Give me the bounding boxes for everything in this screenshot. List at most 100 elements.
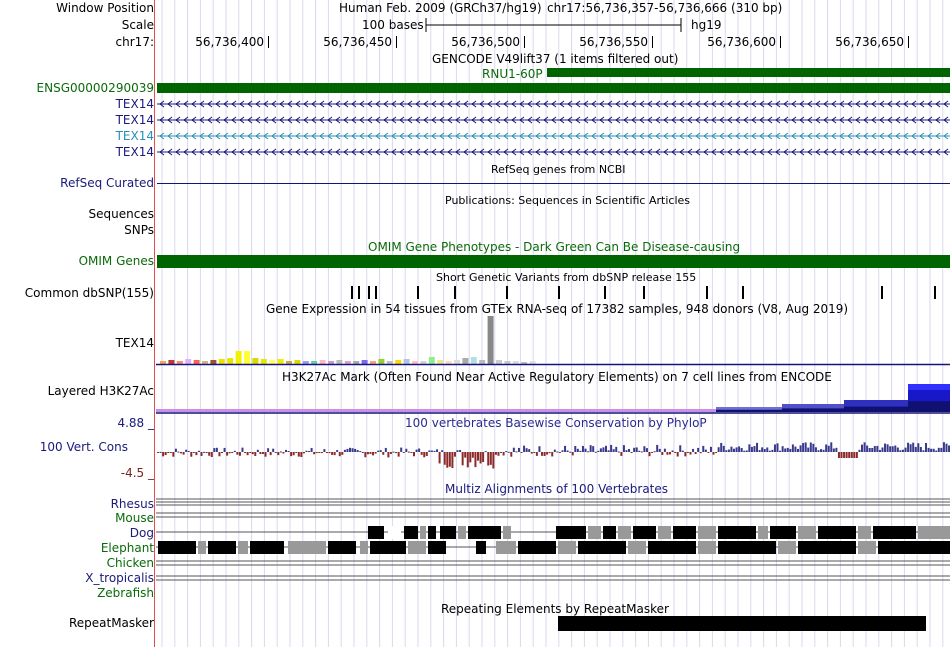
sequences-label[interactable]: Sequences bbox=[89, 207, 154, 221]
gtex-tissue-bar[interactable] bbox=[193, 360, 200, 364]
repeatmasker-label[interactable]: RepeatMasker bbox=[69, 616, 154, 630]
gtex-tissue-bar[interactable] bbox=[319, 360, 326, 364]
species-mouse[interactable]: Mouse bbox=[115, 511, 154, 525]
gtex-tissue-bar[interactable] bbox=[235, 351, 242, 364]
h3k27ac-signal[interactable] bbox=[156, 380, 950, 414]
gtex-tissue-bar[interactable] bbox=[462, 358, 469, 364]
refseq-line[interactable] bbox=[157, 183, 950, 184]
gtex-tissue-bar[interactable] bbox=[244, 351, 250, 364]
gtex-tissue-bar[interactable] bbox=[168, 360, 175, 364]
gtex-tissue-bar[interactable] bbox=[412, 361, 418, 364]
species-xtropicalis[interactable]: X_tropicalis bbox=[85, 571, 154, 585]
gtex-tissue-bar[interactable] bbox=[344, 361, 351, 364]
gtex-tissue-bar[interactable] bbox=[454, 360, 460, 364]
dbsnp-variants[interactable] bbox=[156, 285, 950, 301]
omim-label[interactable]: OMIM Genes bbox=[79, 254, 154, 268]
snp-mark[interactable] bbox=[417, 286, 419, 299]
gtex-tissue-bar[interactable] bbox=[529, 361, 536, 364]
gtex-label[interactable]: TEX14 bbox=[116, 336, 154, 350]
gtex-tissue-bar[interactable] bbox=[378, 359, 385, 364]
gtex-tissue-bar[interactable] bbox=[269, 360, 276, 364]
species-dog[interactable]: Dog bbox=[130, 526, 154, 540]
dog-block bbox=[633, 526, 656, 539]
snp-mark[interactable] bbox=[881, 286, 883, 299]
gtex-tissue-bar[interactable] bbox=[252, 358, 259, 364]
gtex-tissue-bar[interactable] bbox=[286, 361, 292, 364]
phylop-signal[interactable] bbox=[156, 430, 950, 484]
elephant-block bbox=[476, 541, 486, 554]
snp-mark[interactable] bbox=[454, 286, 456, 299]
gtex-tissue-bar[interactable] bbox=[302, 361, 309, 364]
multiz-alignments[interactable] bbox=[156, 498, 950, 600]
gtex-tissue-bar[interactable] bbox=[386, 361, 393, 364]
species-rhesus[interactable]: Rhesus bbox=[111, 497, 154, 511]
position-text[interactable]: chr17:56,736,357-56,736,666 (310 bp) bbox=[547, 1, 782, 15]
gtex-tissue-bar[interactable] bbox=[420, 361, 427, 364]
rnu1-label[interactable]: RNU1-60P bbox=[482, 67, 543, 81]
repeat-element[interactable] bbox=[558, 616, 926, 631]
gtex-bars[interactable] bbox=[156, 316, 950, 368]
snp-mark[interactable] bbox=[558, 286, 560, 299]
snp-mark[interactable] bbox=[358, 286, 360, 299]
gtex-tissue-bar[interactable] bbox=[336, 360, 343, 364]
phylop-bar bbox=[436, 449, 439, 452]
refseq-label[interactable]: RefSeq Curated bbox=[60, 176, 154, 190]
gtex-tissue-bar[interactable] bbox=[277, 359, 284, 364]
gtex-tissue-bar[interactable] bbox=[328, 361, 334, 364]
tex14-label-4[interactable]: TEX14 bbox=[116, 145, 154, 159]
gtex-tissue-bar[interactable] bbox=[160, 361, 166, 364]
gtex-tissue-bar[interactable] bbox=[210, 360, 217, 364]
gtex-tissue-bar[interactable] bbox=[445, 361, 452, 364]
dbsnp-label[interactable]: Common dbSNP(155) bbox=[25, 286, 154, 300]
snp-mark[interactable] bbox=[506, 286, 508, 299]
omim-feature[interactable] bbox=[157, 255, 950, 268]
h3k27ac-label[interactable]: Layered H3K27Ac bbox=[48, 384, 154, 398]
phylop-bar bbox=[812, 443, 815, 452]
gtex-tissue-bar[interactable] bbox=[353, 361, 360, 364]
tex14-label-1[interactable]: TEX14 bbox=[116, 97, 154, 111]
snp-mark[interactable] bbox=[604, 286, 606, 299]
snp-mark[interactable] bbox=[375, 286, 377, 299]
phylop-label[interactable]: 100 Vert. Cons bbox=[40, 440, 128, 454]
snp-mark[interactable] bbox=[934, 286, 936, 299]
gtex-tissue-bar[interactable] bbox=[311, 361, 318, 364]
snps-label[interactable]: SNPs bbox=[124, 223, 154, 237]
species-elephant[interactable]: Elephant bbox=[101, 541, 154, 555]
gtex-tissue-bar[interactable] bbox=[218, 359, 225, 364]
gtex-tissue-bar[interactable] bbox=[479, 360, 486, 364]
gtex-tissue-bar[interactable] bbox=[521, 362, 528, 364]
snp-mark[interactable] bbox=[368, 286, 370, 299]
gtex-tissue-bar[interactable] bbox=[294, 360, 301, 364]
gtex-tissue-bar[interactable] bbox=[470, 357, 477, 364]
gtex-tissue-bar[interactable] bbox=[512, 361, 519, 364]
tex14-label-2[interactable]: TEX14 bbox=[116, 113, 154, 127]
gtex-tissue-bar[interactable] bbox=[504, 361, 511, 364]
rnu1-feature[interactable] bbox=[547, 68, 950, 77]
gtex-tissue-bar[interactable] bbox=[437, 360, 444, 364]
tex14-transcripts[interactable] bbox=[156, 96, 950, 160]
gtex-tissue-bar[interactable] bbox=[370, 361, 376, 364]
snp-mark[interactable] bbox=[643, 286, 645, 299]
snp-mark[interactable] bbox=[742, 286, 744, 299]
gene-feature[interactable] bbox=[157, 83, 950, 93]
phylop-bar bbox=[197, 450, 200, 452]
gtex-tissue-bar[interactable] bbox=[361, 360, 368, 364]
gtex-tissue-bar[interactable] bbox=[403, 359, 410, 364]
gtex-tissue-bar[interactable] bbox=[260, 359, 267, 364]
snp-mark[interactable] bbox=[351, 286, 353, 299]
tex14-label-3[interactable]: TEX14 bbox=[116, 129, 154, 143]
gtex-tissue-bar[interactable] bbox=[227, 358, 234, 364]
species-zebrafish[interactable]: Zebrafish bbox=[97, 586, 154, 600]
gtex-tissue-bar[interactable] bbox=[202, 361, 208, 364]
gene-id-label[interactable]: ENSG00000290039 bbox=[37, 81, 154, 95]
gtex-tissue-bar[interactable] bbox=[487, 316, 494, 364]
gtex-tissue-bar[interactable] bbox=[395, 360, 402, 364]
gtex-tissue-bar[interactable] bbox=[428, 357, 435, 364]
gtex-tissue-bar[interactable] bbox=[496, 360, 502, 364]
phylop-bar bbox=[310, 447, 313, 452]
gtex-tissue-bar[interactable] bbox=[185, 359, 192, 364]
gtex-tissue-bar[interactable] bbox=[176, 361, 183, 364]
snp-mark[interactable] bbox=[706, 286, 708, 299]
species-chicken[interactable]: Chicken bbox=[107, 556, 154, 570]
base-ruler[interactable]: 56,736,400 56,736,450 56,736,500 56,736,550… bbox=[0, 35, 950, 49]
